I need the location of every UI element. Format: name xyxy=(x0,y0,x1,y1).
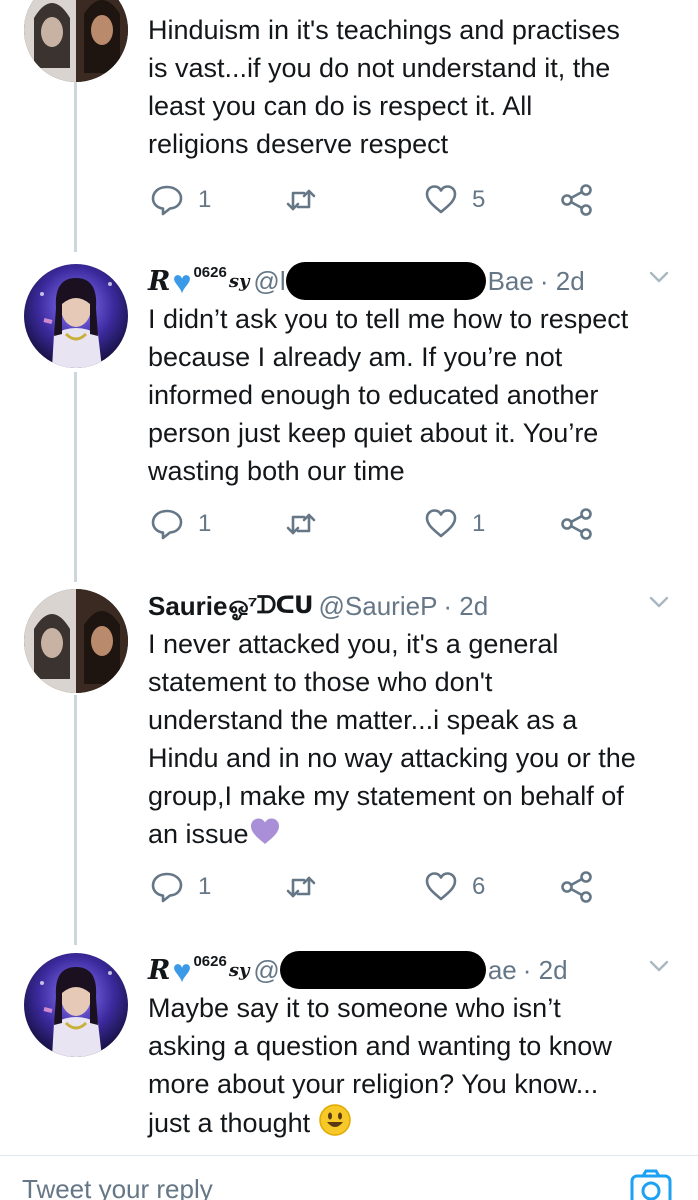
chevron-down-icon xyxy=(648,266,670,288)
retweet-button[interactable] xyxy=(284,870,318,904)
thread-line xyxy=(74,695,77,945)
retweet-icon xyxy=(284,870,318,904)
heart-icon xyxy=(424,507,458,541)
reply-icon xyxy=(150,870,184,904)
display-name[interactable]: R xyxy=(148,266,170,297)
like-button[interactable]: 5 xyxy=(424,183,485,217)
reply-count: 1 xyxy=(198,873,212,900)
share-button[interactable] xyxy=(560,183,594,217)
handle[interactable]: @ xyxy=(253,955,279,986)
retweet-icon xyxy=(284,183,318,217)
reply-icon xyxy=(150,183,184,217)
reply-input[interactable]: Tweet your reply xyxy=(22,1174,213,1200)
tweet-text: Hinduism in it's teachings and practises… xyxy=(148,15,620,159)
thread-line xyxy=(74,372,77,582)
tweet-text: I didn’t ask you to tell me how to respe… xyxy=(148,304,629,486)
reply-count: 1 xyxy=(198,186,212,213)
tweet-menu-button[interactable] xyxy=(648,591,670,613)
name-suffix: sy xyxy=(228,959,250,981)
tweet-actions: 1 6 xyxy=(148,870,608,910)
name-decoration: ஓ⁷ᗪᑕᑌ xyxy=(228,591,314,619)
like-count: 1 xyxy=(472,510,486,537)
redaction-bar xyxy=(279,951,486,989)
redaction-bar xyxy=(285,262,486,300)
handle[interactable]: @SaurieP xyxy=(319,591,438,622)
purple-heart-emoji xyxy=(249,816,281,856)
reply-button[interactable]: 1 xyxy=(150,507,211,541)
camera-button[interactable] xyxy=(628,1166,674,1200)
like-button[interactable]: 1 xyxy=(424,507,485,541)
heart-icon xyxy=(424,183,458,217)
timestamp[interactable]: · 2d xyxy=(523,955,568,986)
tweet-text: Maybe say it to someone who isn’t asking… xyxy=(148,989,678,1147)
timestamp[interactable]: · 2d xyxy=(540,266,585,297)
tweet-actions: 1 5 xyxy=(148,183,608,223)
tweet-text-content: I never attacked you, it's a general sta… xyxy=(148,629,636,849)
avatar[interactable] xyxy=(24,0,128,82)
reply-button[interactable]: 1 xyxy=(150,183,211,217)
avatar[interactable] xyxy=(24,264,128,368)
like-count: 6 xyxy=(472,873,486,900)
tweet-text-content: Maybe say it to someone who isn’t asking… xyxy=(148,993,612,1139)
blue-heart-emoji: ♥ xyxy=(172,953,192,989)
tweet-menu-button[interactable] xyxy=(648,266,670,288)
like-button[interactable]: 6 xyxy=(424,870,485,904)
avatar[interactable] xyxy=(24,589,128,693)
retweet-button[interactable] xyxy=(284,507,318,541)
chevron-down-icon xyxy=(648,591,670,613)
tweet-menu-button[interactable] xyxy=(648,955,670,977)
share-button[interactable] xyxy=(560,870,594,904)
tweet-actions: 1 1 xyxy=(148,507,608,547)
reply-button[interactable]: 1 xyxy=(150,870,211,904)
reply-bar: Tweet your reply xyxy=(0,1155,698,1200)
display-name[interactable]: Saurie xyxy=(148,591,228,622)
thread-line xyxy=(74,82,77,252)
name-suffix: sy xyxy=(228,270,250,292)
name-number: 0626 xyxy=(193,952,227,970)
tweet-header: R ♥ 0626 sy @l Bae · 2d xyxy=(148,262,585,300)
reply-count: 1 xyxy=(198,510,212,537)
tweet-text: I never attacked you, it's a general sta… xyxy=(148,625,678,856)
tweet-header: R ♥ 0626 sy @ ae · 2d xyxy=(148,951,568,989)
handle-end: Bae xyxy=(487,265,534,296)
name-number: 0626 xyxy=(193,263,227,281)
display-name[interactable]: R xyxy=(148,955,170,986)
like-count: 5 xyxy=(472,186,486,213)
retweet-button[interactable] xyxy=(284,183,318,217)
share-icon xyxy=(560,183,594,217)
tweet-header: Saurie ஓ⁷ᗪᑕᑌ @SaurieP · 2d xyxy=(148,587,488,625)
share-icon xyxy=(560,507,594,541)
heart-icon xyxy=(424,870,458,904)
smiley-emoji xyxy=(318,1103,352,1147)
share-button[interactable] xyxy=(560,507,594,541)
share-icon xyxy=(560,870,594,904)
reply-icon xyxy=(150,507,184,541)
avatar[interactable] xyxy=(24,953,128,1057)
handle[interactable]: @l xyxy=(253,266,285,297)
blue-heart-emoji: ♥ xyxy=(172,264,192,300)
handle-end: ae xyxy=(487,954,517,985)
timestamp[interactable]: · 2d xyxy=(443,591,488,622)
retweet-icon xyxy=(284,507,318,541)
chevron-down-icon xyxy=(648,955,670,977)
